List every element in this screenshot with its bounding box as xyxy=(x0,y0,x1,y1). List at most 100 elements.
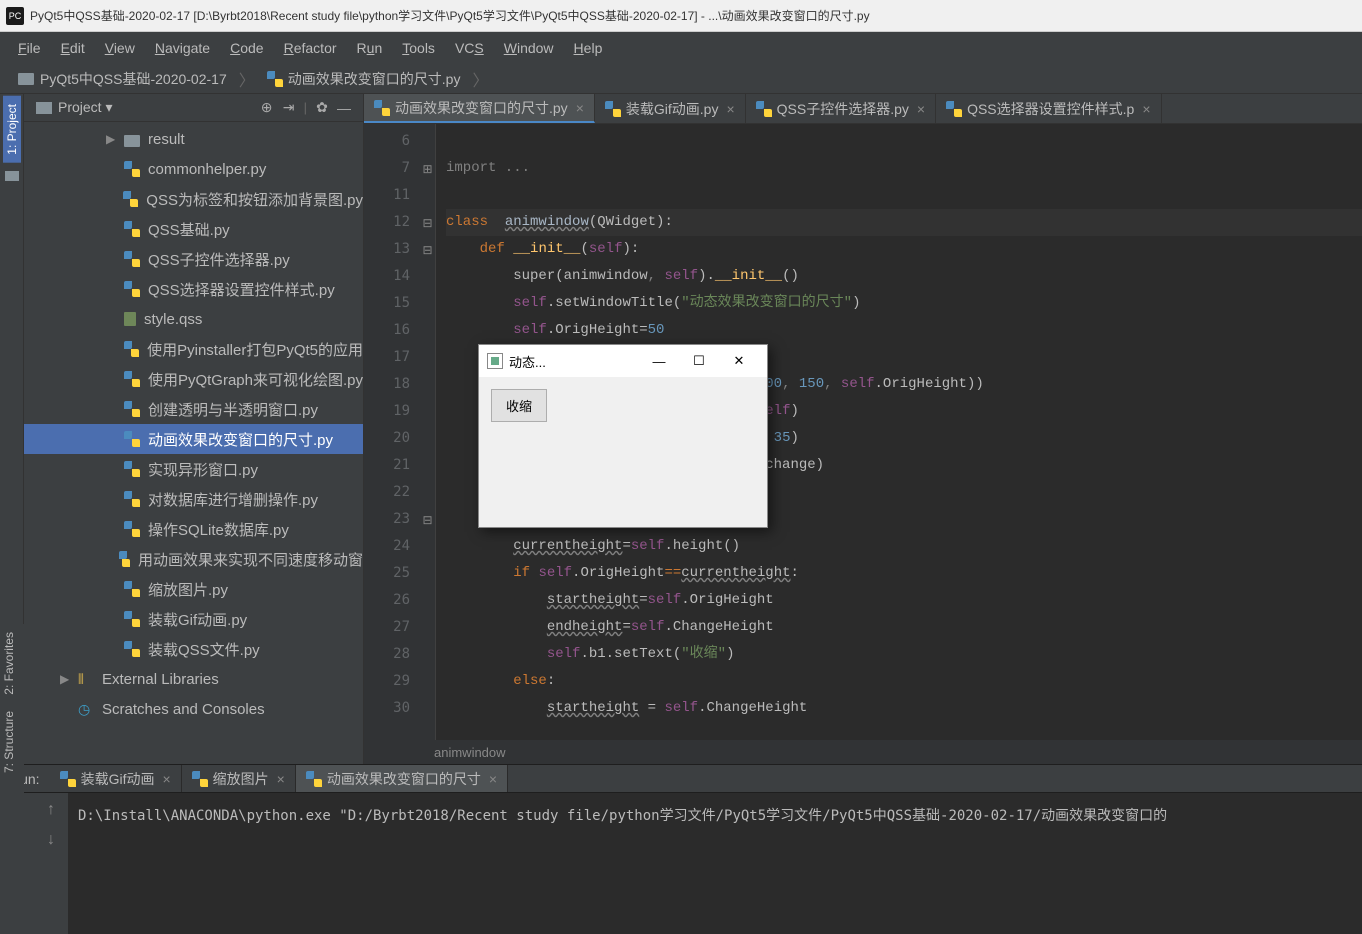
fold-icon xyxy=(420,695,435,722)
menu-edit[interactable]: Edit xyxy=(51,36,95,60)
run-output[interactable]: D:\Install\ANACONDA\python.exe "D:/Byrbt… xyxy=(68,793,1362,934)
fold-icon[interactable]: ⊟ xyxy=(420,236,435,263)
menu-window[interactable]: Window xyxy=(494,36,564,60)
run-tab[interactable]: 缩放图片× xyxy=(182,765,296,792)
menu-run[interactable]: Run xyxy=(347,36,393,60)
line-gutter[interactable]: 6711121314151617181920212223242526272829… xyxy=(364,124,420,740)
py-icon xyxy=(124,221,140,237)
tree-item[interactable]: 装载Gif动画.py xyxy=(24,604,363,634)
editor-tab[interactable]: QSS选择器设置控件样式.p× xyxy=(936,94,1161,123)
tree-item[interactable]: ▶⫴External Libraries xyxy=(24,664,363,694)
tree-item[interactable]: QSS基础.py xyxy=(24,214,363,244)
up-arrow-icon[interactable]: ↑ xyxy=(47,801,55,819)
close-icon[interactable]: × xyxy=(576,100,584,116)
fold-icon[interactable]: ⊟ xyxy=(420,209,435,236)
tree-item-label: External Libraries xyxy=(102,671,219,688)
tree-item[interactable]: 实现异形窗口.py xyxy=(24,454,363,484)
close-icon[interactable]: × xyxy=(726,101,734,117)
close-icon[interactable]: × xyxy=(489,771,497,787)
run-tab[interactable]: 动画效果改变窗口的尺寸 × xyxy=(296,765,508,792)
popup-window[interactable]: 动态... — ☐ ✕ 收缩 xyxy=(478,344,768,528)
tree-item-label: QSS基础.py xyxy=(148,219,230,240)
tree-item[interactable]: 缩放图片.py xyxy=(24,574,363,604)
tree-item-label: result xyxy=(148,131,185,148)
run-tab[interactable]: 装载Gif动画× xyxy=(50,765,182,792)
fold-gutter[interactable]: ⊞⊟⊟⊟ xyxy=(420,124,436,740)
close-icon[interactable]: × xyxy=(1142,101,1150,117)
collapse-icon[interactable]: ⇥ xyxy=(278,97,300,119)
editor-tab[interactable]: 动画效果改变窗口的尺寸.py× xyxy=(364,94,595,123)
code-line[interactable] xyxy=(446,182,1362,209)
code-line[interactable]: if self.OrigHeight==currentheight: xyxy=(446,560,1362,587)
menu-view[interactable]: View xyxy=(95,36,145,60)
popup-title-bar[interactable]: 动态... — ☐ ✕ xyxy=(479,345,767,377)
project-panel: Project ▾ ⊕ ⇥ | ✿ — ▶resultcommonhelper.… xyxy=(24,94,364,764)
menu-code[interactable]: Code xyxy=(220,36,273,60)
tree-item[interactable]: commonhelper.py xyxy=(24,154,363,184)
code-line[interactable]: currentheight=self.height() xyxy=(446,533,1362,560)
tree-item[interactable]: 创建透明与半透明窗口.py xyxy=(24,394,363,424)
menu-refactor[interactable]: Refactor xyxy=(274,36,347,60)
project-tree[interactable]: ▶ result commonhelper.pyQSS为标签和按钮添加背景图.py Q… xyxy=(24,122,363,764)
project-title[interactable]: Project ▾ xyxy=(58,99,256,116)
menu-vcs[interactable]: VCS xyxy=(445,36,494,60)
shrink-button[interactable]: 收缩 xyxy=(491,389,547,422)
folder-mini-icon[interactable] xyxy=(5,171,19,181)
code-context[interactable]: animwindow xyxy=(364,740,1362,764)
code-line[interactable]: self.b1.setText("收缩") xyxy=(446,641,1362,668)
tree-item[interactable]: QSS子控件选择器.py xyxy=(24,244,363,274)
tool-structure[interactable]: 7: Structure xyxy=(0,703,18,781)
tree-item[interactable]: ◷Scratches and Consoles xyxy=(24,694,363,724)
fold-icon[interactable]: ⊟ xyxy=(420,506,435,533)
tree-item[interactable]: 动画效果改变窗口的尺寸.py xyxy=(24,424,363,454)
tool-project[interactable]: 1: Project xyxy=(3,96,21,163)
close-icon[interactable]: ✕ xyxy=(719,353,759,369)
tree-item[interactable]: 使用PyQtGraph来可视化绘图.py xyxy=(24,364,363,394)
close-icon[interactable]: × xyxy=(277,771,285,787)
tree-item[interactable]: 用动画效果来实现不同速度移动窗 xyxy=(24,544,363,574)
tree-item[interactable]: 操作SQLite数据库.py xyxy=(24,514,363,544)
code-line[interactable]: def __init__(self): xyxy=(446,236,1362,263)
breadcrumb-folder[interactable]: PyQt5中QSS基础-2020-02-17 xyxy=(10,67,235,91)
expand-arrow-icon[interactable]: ▶ xyxy=(106,132,120,146)
tree-item[interactable]: style.qss xyxy=(24,304,363,334)
tree-item[interactable]: 使用Pyinstaller打包PyQt5的应用 xyxy=(24,334,363,364)
menu-help[interactable]: Help xyxy=(564,36,613,60)
tree-item[interactable]: QSS选择器设置控件样式.py xyxy=(24,274,363,304)
tree-item[interactable]: 装载QSS文件.py xyxy=(24,634,363,664)
code-line[interactable]: self.setWindowTitle("动态效果改变窗口的尺寸") xyxy=(446,290,1362,317)
run-tab-label: 动画效果改变窗口的尺寸 xyxy=(327,769,481,789)
editor-tab[interactable]: 装载Gif动画.py× xyxy=(595,94,746,123)
editor-tab[interactable]: QSS子控件选择器.py× xyxy=(746,94,936,123)
code-line[interactable]: startheight = self.ChangeHeight xyxy=(446,695,1362,722)
maximize-icon[interactable]: ☐ xyxy=(679,353,719,369)
breadcrumb-file[interactable]: 动画效果改变窗口的尺寸.py xyxy=(259,67,469,91)
code-line[interactable] xyxy=(446,128,1362,155)
code-line[interactable]: self.OrigHeight=50 xyxy=(446,317,1362,344)
code-line[interactable]: import ... xyxy=(446,155,1362,182)
fold-icon xyxy=(420,533,435,560)
down-arrow-icon[interactable]: ↓ xyxy=(47,831,55,849)
menu-navigate[interactable]: Navigate xyxy=(145,36,220,60)
fold-icon[interactable]: ⊞ xyxy=(420,155,435,182)
menu-tools[interactable]: Tools xyxy=(392,36,445,60)
close-icon[interactable]: × xyxy=(162,771,170,787)
tree-item[interactable]: 对数据库进行增删操作.py xyxy=(24,484,363,514)
fold-icon xyxy=(420,317,435,344)
menu-file[interactable]: File xyxy=(8,36,51,60)
code-line[interactable]: class animwindow(QWidget): xyxy=(446,209,1362,236)
code-line[interactable]: endheight=self.ChangeHeight xyxy=(446,614,1362,641)
code-line[interactable]: else: xyxy=(446,668,1362,695)
tree-item-label: 装载QSS文件.py xyxy=(148,639,260,660)
locate-icon[interactable]: ⊕ xyxy=(256,97,278,119)
tree-item[interactable]: ▶ result xyxy=(24,124,363,154)
tree-item[interactable]: QSS为标签和按钮添加背景图.py xyxy=(24,184,363,214)
hide-icon[interactable]: — xyxy=(333,97,355,119)
code-line[interactable]: startheight=self.OrigHeight xyxy=(446,587,1362,614)
code-line[interactable]: super(animwindow, self).__init__() xyxy=(446,263,1362,290)
close-icon[interactable]: × xyxy=(917,101,925,117)
settings-icon[interactable]: ✿ xyxy=(311,97,333,119)
tool-favorites[interactable]: 2: Favorites xyxy=(0,624,18,703)
minimize-icon[interactable]: — xyxy=(639,354,679,369)
expand-arrow-icon[interactable]: ▶ xyxy=(60,672,74,686)
